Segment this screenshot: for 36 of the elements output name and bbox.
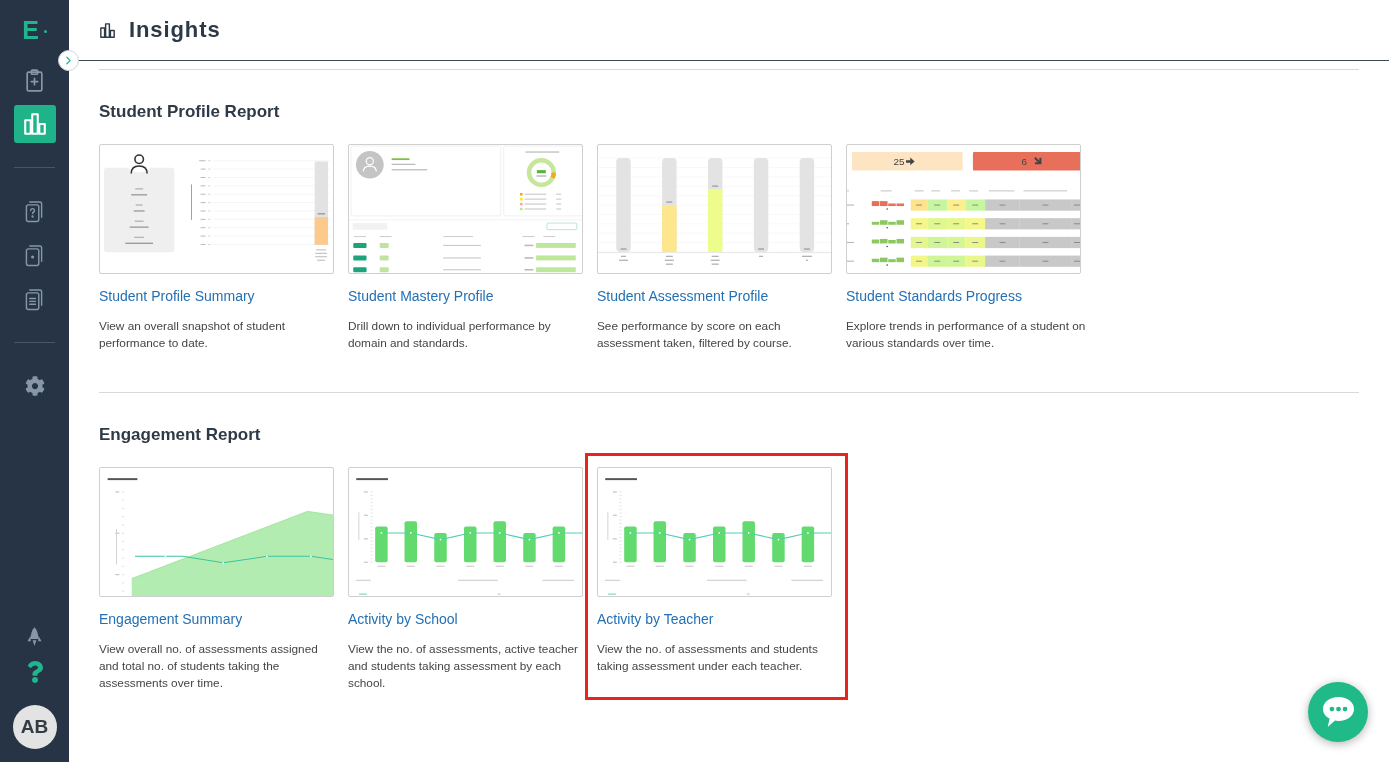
report-link[interactable]: Student Assessment Profile xyxy=(597,286,769,306)
arrow-down-right-icon xyxy=(1034,156,1042,165)
report-link[interactable]: Student Mastery Profile xyxy=(348,286,494,306)
report-description: Drill down to individual performance by domain and standards. xyxy=(348,318,552,352)
stat-value: 6 xyxy=(1021,156,1027,167)
bar-chart-icon xyxy=(100,22,115,38)
settings-icon xyxy=(24,376,45,396)
report-link[interactable]: Student Profile Summary xyxy=(99,286,255,306)
report-description: View an overall snapshot of student performance to date. xyxy=(99,318,287,352)
stat-value: 25 xyxy=(893,156,905,167)
page-title: Insights xyxy=(129,17,221,43)
question-cards-icon xyxy=(25,199,44,223)
section-heading: Student Profile Report xyxy=(99,101,281,123)
user-avatar[interactable]: AB xyxy=(12,705,57,749)
arrow-right-icon xyxy=(906,157,915,166)
bar-chart-icon xyxy=(23,113,46,135)
report-link[interactable]: Engagement Summary xyxy=(99,609,243,629)
stacked-cards-icon xyxy=(25,243,44,267)
report-description: Explore trends in performance of a student on various standards over time. xyxy=(846,318,1086,352)
report-description: See performance by score on each assessment taken, filtered by course. xyxy=(597,318,793,352)
document-cards-icon xyxy=(25,287,44,311)
report-description: View the no. of assessments and students taking assessment under each teacher. xyxy=(597,641,819,675)
report-link[interactable]: Student Standards Progress xyxy=(846,286,1022,306)
logo-text: E xyxy=(22,16,39,44)
chat-bubble-icon xyxy=(1322,697,1354,727)
nav-button[interactable] xyxy=(13,105,56,143)
chat-button[interactable] xyxy=(1308,682,1368,742)
report-preview[interactable]: 25 6 xyxy=(846,144,1081,274)
dot-icon xyxy=(43,30,47,33)
report-link[interactable]: Activity by School xyxy=(348,609,458,629)
report-description: View the no. of assessments, active teacher and students taking assessment by each school. xyxy=(348,641,579,692)
report-link[interactable]: Activity by Teacher xyxy=(597,609,714,629)
report-description: View overall no. of assessments assigned and total no. of students taking the assessments over time. xyxy=(99,641,319,692)
section-heading: Engagement Report xyxy=(99,424,262,446)
rocket-icon[interactable] xyxy=(27,626,42,648)
clipboard-plus-icon xyxy=(26,68,43,92)
